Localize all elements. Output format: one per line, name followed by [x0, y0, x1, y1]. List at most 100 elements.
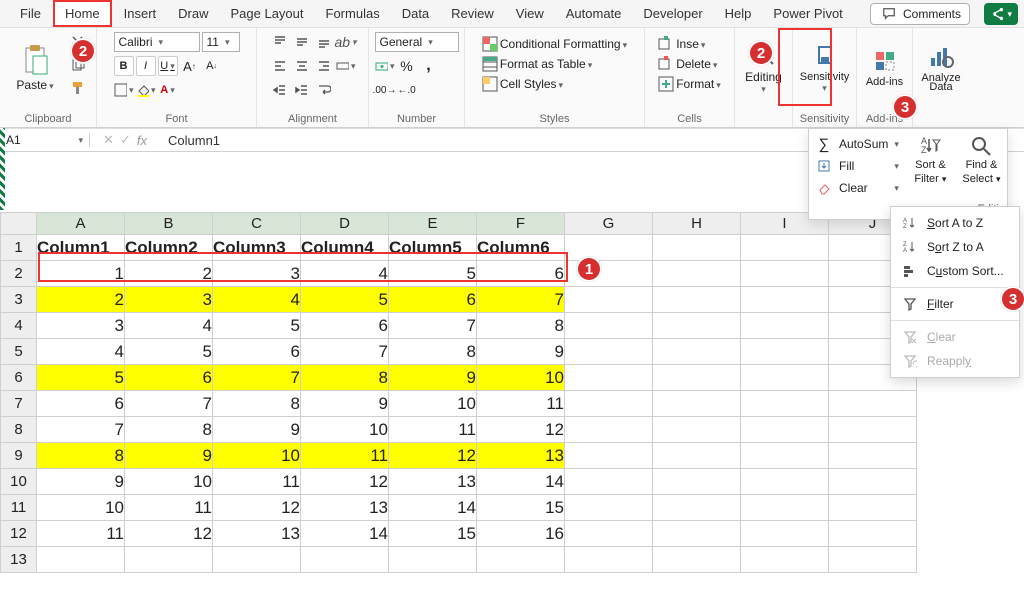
cell[interactable]: 6 [213, 339, 301, 365]
cell[interactable] [565, 313, 653, 339]
cell[interactable] [565, 235, 653, 261]
format-as-table-button[interactable]: Format as Table [482, 56, 592, 72]
cell[interactable]: 7 [389, 313, 477, 339]
decrease-decimal-button[interactable]: ←.0 [397, 80, 417, 100]
cell[interactable]: 8 [477, 313, 565, 339]
cell[interactable]: 9 [389, 365, 477, 391]
tab-page-layout[interactable]: Page Layout [221, 2, 314, 25]
column-header[interactable]: F [477, 213, 565, 235]
cell[interactable]: 12 [301, 469, 389, 495]
paste-button[interactable]: Paste [8, 32, 62, 104]
cell[interactable] [565, 547, 653, 573]
cell[interactable] [565, 287, 653, 313]
tab-automate[interactable]: Automate [556, 2, 632, 25]
cell[interactable]: 12 [477, 417, 565, 443]
increase-decimal-button[interactable]: .00→ [375, 80, 395, 100]
tab-file[interactable]: File [10, 2, 51, 25]
cell[interactable] [565, 391, 653, 417]
cell[interactable] [829, 469, 917, 495]
cell[interactable]: 11 [213, 469, 301, 495]
cell[interactable]: 5 [37, 365, 125, 391]
number-format-select[interactable]: General [375, 32, 459, 52]
cell[interactable]: 2 [37, 287, 125, 313]
cell[interactable]: 10 [389, 391, 477, 417]
tab-help[interactable]: Help [715, 2, 762, 25]
custom-sort[interactable]: Custom Sort... [891, 259, 1019, 283]
cell[interactable]: 8 [37, 443, 125, 469]
conditional-formatting-button[interactable]: Conditional Formatting [482, 36, 627, 52]
cell[interactable]: 9 [477, 339, 565, 365]
cell[interactable] [565, 417, 653, 443]
tab-home[interactable]: Home [53, 0, 112, 27]
tab-review[interactable]: Review [441, 2, 504, 25]
cell[interactable]: 14 [477, 469, 565, 495]
indent-decrease-button[interactable] [270, 80, 290, 100]
cell[interactable]: Column5 [389, 235, 477, 261]
cell[interactable]: Column2 [125, 235, 213, 261]
cell[interactable] [829, 443, 917, 469]
tab-developer[interactable]: Developer [633, 2, 712, 25]
cell[interactable]: 11 [125, 495, 213, 521]
cell[interactable] [653, 391, 741, 417]
cell[interactable] [653, 521, 741, 547]
column-header[interactable]: G [565, 213, 653, 235]
cell[interactable]: 9 [37, 469, 125, 495]
cell[interactable]: 13 [477, 443, 565, 469]
cell[interactable]: 12 [213, 495, 301, 521]
enter-fx-button[interactable]: ✓ [120, 132, 131, 148]
cell[interactable]: 14 [301, 521, 389, 547]
row-header[interactable]: 8 [1, 417, 37, 443]
cell[interactable]: 6 [389, 287, 477, 313]
tab-power-pivot[interactable]: Power Pivot [763, 2, 852, 25]
tab-insert[interactable]: Insert [114, 2, 167, 25]
cell[interactable] [653, 547, 741, 573]
sort-filter-button[interactable]: AZ Sort &Filter ▾ [905, 129, 956, 203]
cell[interactable]: 10 [301, 417, 389, 443]
cell[interactable]: Column1 [37, 235, 125, 261]
column-header[interactable]: C [213, 213, 301, 235]
cell[interactable]: 7 [37, 417, 125, 443]
cell[interactable]: 16 [477, 521, 565, 547]
cell[interactable] [829, 521, 917, 547]
bold-button[interactable]: B [114, 56, 134, 76]
align-middle-button[interactable] [292, 32, 312, 52]
delete-cells-button[interactable]: Delete [658, 56, 717, 72]
cell[interactable] [565, 521, 653, 547]
cell[interactable]: 3 [125, 287, 213, 313]
grow-font-button[interactable]: A↑ [180, 56, 200, 76]
cell[interactable]: 4 [213, 287, 301, 313]
tab-formulas[interactable]: Formulas [316, 2, 390, 25]
cell[interactable]: 11 [37, 521, 125, 547]
align-center-button[interactable] [292, 56, 312, 76]
cell[interactable]: 9 [125, 443, 213, 469]
align-top-button[interactable] [270, 32, 290, 52]
italic-button[interactable]: I [136, 56, 156, 76]
cell[interactable]: 4 [37, 339, 125, 365]
cell[interactable] [741, 417, 829, 443]
cell[interactable] [653, 313, 741, 339]
cell[interactable]: 5 [125, 339, 213, 365]
row-header[interactable]: 13 [1, 547, 37, 573]
cell[interactable]: 9 [301, 391, 389, 417]
cell[interactable] [741, 495, 829, 521]
cell[interactable] [653, 235, 741, 261]
cell[interactable] [741, 287, 829, 313]
cell[interactable] [829, 417, 917, 443]
cell[interactable] [741, 521, 829, 547]
cell[interactable] [829, 495, 917, 521]
cell[interactable]: 12 [389, 443, 477, 469]
sort-z-to-a[interactable]: ZA Sort Z to A [891, 235, 1019, 259]
align-left-button[interactable] [270, 56, 290, 76]
cell[interactable]: 15 [389, 521, 477, 547]
cell[interactable]: Column4 [301, 235, 389, 261]
cell[interactable]: 10 [125, 469, 213, 495]
insert-cells-button[interactable]: Inse [658, 36, 705, 52]
cell[interactable] [741, 547, 829, 573]
tab-data[interactable]: Data [392, 2, 439, 25]
cell[interactable]: 11 [301, 443, 389, 469]
tab-view[interactable]: View [506, 2, 554, 25]
cell[interactable]: 9 [213, 417, 301, 443]
sensitivity-button[interactable]: Sensitivity ▾ [798, 32, 852, 104]
cell[interactable] [653, 469, 741, 495]
cell[interactable]: 8 [125, 417, 213, 443]
